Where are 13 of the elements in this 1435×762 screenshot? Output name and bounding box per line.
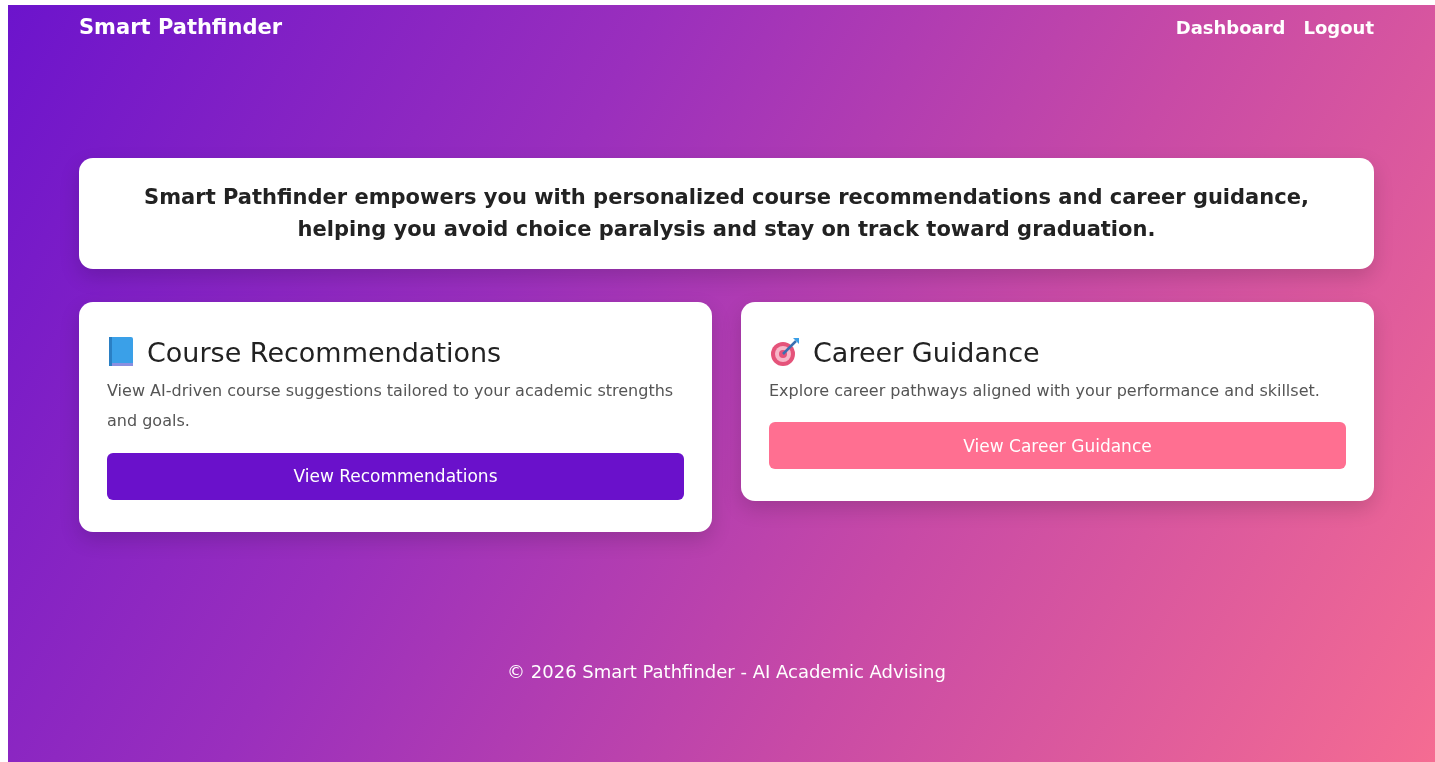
view-button[interactable]: View Career Guidance [769,422,1346,470]
footer-text: © 2026 Smart Pathfinder - AI Academic Advising [506,661,947,682]
nav-link[interactable]: Dashboard [1175,16,1286,38]
nav-link[interactable]: Logout [1303,16,1374,38]
intro-card: Smart Pathfinder empowers you with personalized course recommendations and career guidance, helping you avoid choice paralysis and stay on track toward graduation. [79,158,1374,269]
book-icon [107,336,135,368]
brand-title[interactable]: Smart Pathfinder [79,15,283,39]
card-description: View AI-driven course suggestions tailored to your academic strengths and goals. [107,380,675,433]
card-title: Career Guidance [813,336,1040,368]
view-button[interactable]: View Recommendations [107,452,684,500]
target-icon [769,336,801,368]
card-title: Course Recommendations [147,336,502,368]
card-description: Explore career pathways aligned with your performance and skillset. [769,380,1321,402]
